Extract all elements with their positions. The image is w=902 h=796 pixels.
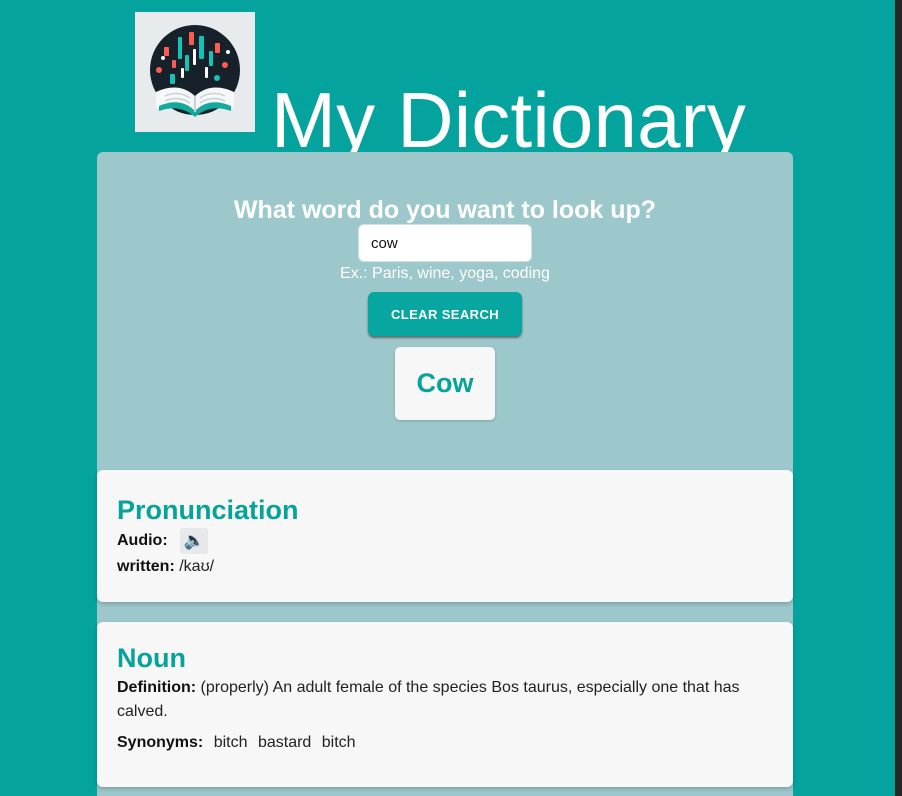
pronunciation-title: Pronunciation (117, 495, 299, 525)
search-input[interactable] (358, 224, 532, 262)
app-header: My Dictionary (0, 0, 895, 164)
definition-label: Definition: (117, 679, 197, 696)
written-label: written: (117, 558, 175, 575)
audio-label: Audio: (117, 532, 168, 550)
window-edge (895, 0, 902, 796)
synonym-item: bitch (213, 734, 248, 751)
result-word: Cow (416, 368, 474, 398)
search-example-hint: Ex.: Paris, wine, yoga, coding (340, 265, 550, 282)
written-pronunciation-row: written: /kaʊ/ (117, 554, 773, 579)
audio-row: Audio: 🔈 (117, 528, 773, 554)
speaker-glyph: 🔈 (183, 531, 205, 550)
synonym-item: bitch (321, 734, 356, 751)
noun-meaning-card: Noun Definition: (properly) An adult fem… (97, 622, 793, 787)
synonyms-label: Synonyms: (117, 734, 204, 751)
search-prompt: What word do you want to look up? (233, 195, 657, 224)
written-pronunciation: /kaʊ/ (179, 558, 215, 575)
speaker-icon[interactable]: 🔈 (180, 528, 209, 554)
result-word-card: Cow (395, 347, 495, 420)
clear-search-button[interactable]: CLEAR SEARCH (368, 292, 522, 336)
book-logo-icon (135, 12, 255, 132)
synonyms-row: Synonyms: bitch bastard bitch (117, 730, 773, 755)
synonym-item: bastard (257, 734, 312, 751)
definition-row: Definition: (properly) An adult female o… (117, 676, 757, 724)
dictionary-page: { "app": { "title": "My Dictionary", "lo… (0, 0, 902, 796)
pronunciation-card: Pronunciation Audio: 🔈 written: /kaʊ/ (97, 470, 793, 602)
part-of-speech-title: Noun (117, 643, 186, 673)
definition-text: (properly) An adult female of the specie… (117, 679, 740, 720)
